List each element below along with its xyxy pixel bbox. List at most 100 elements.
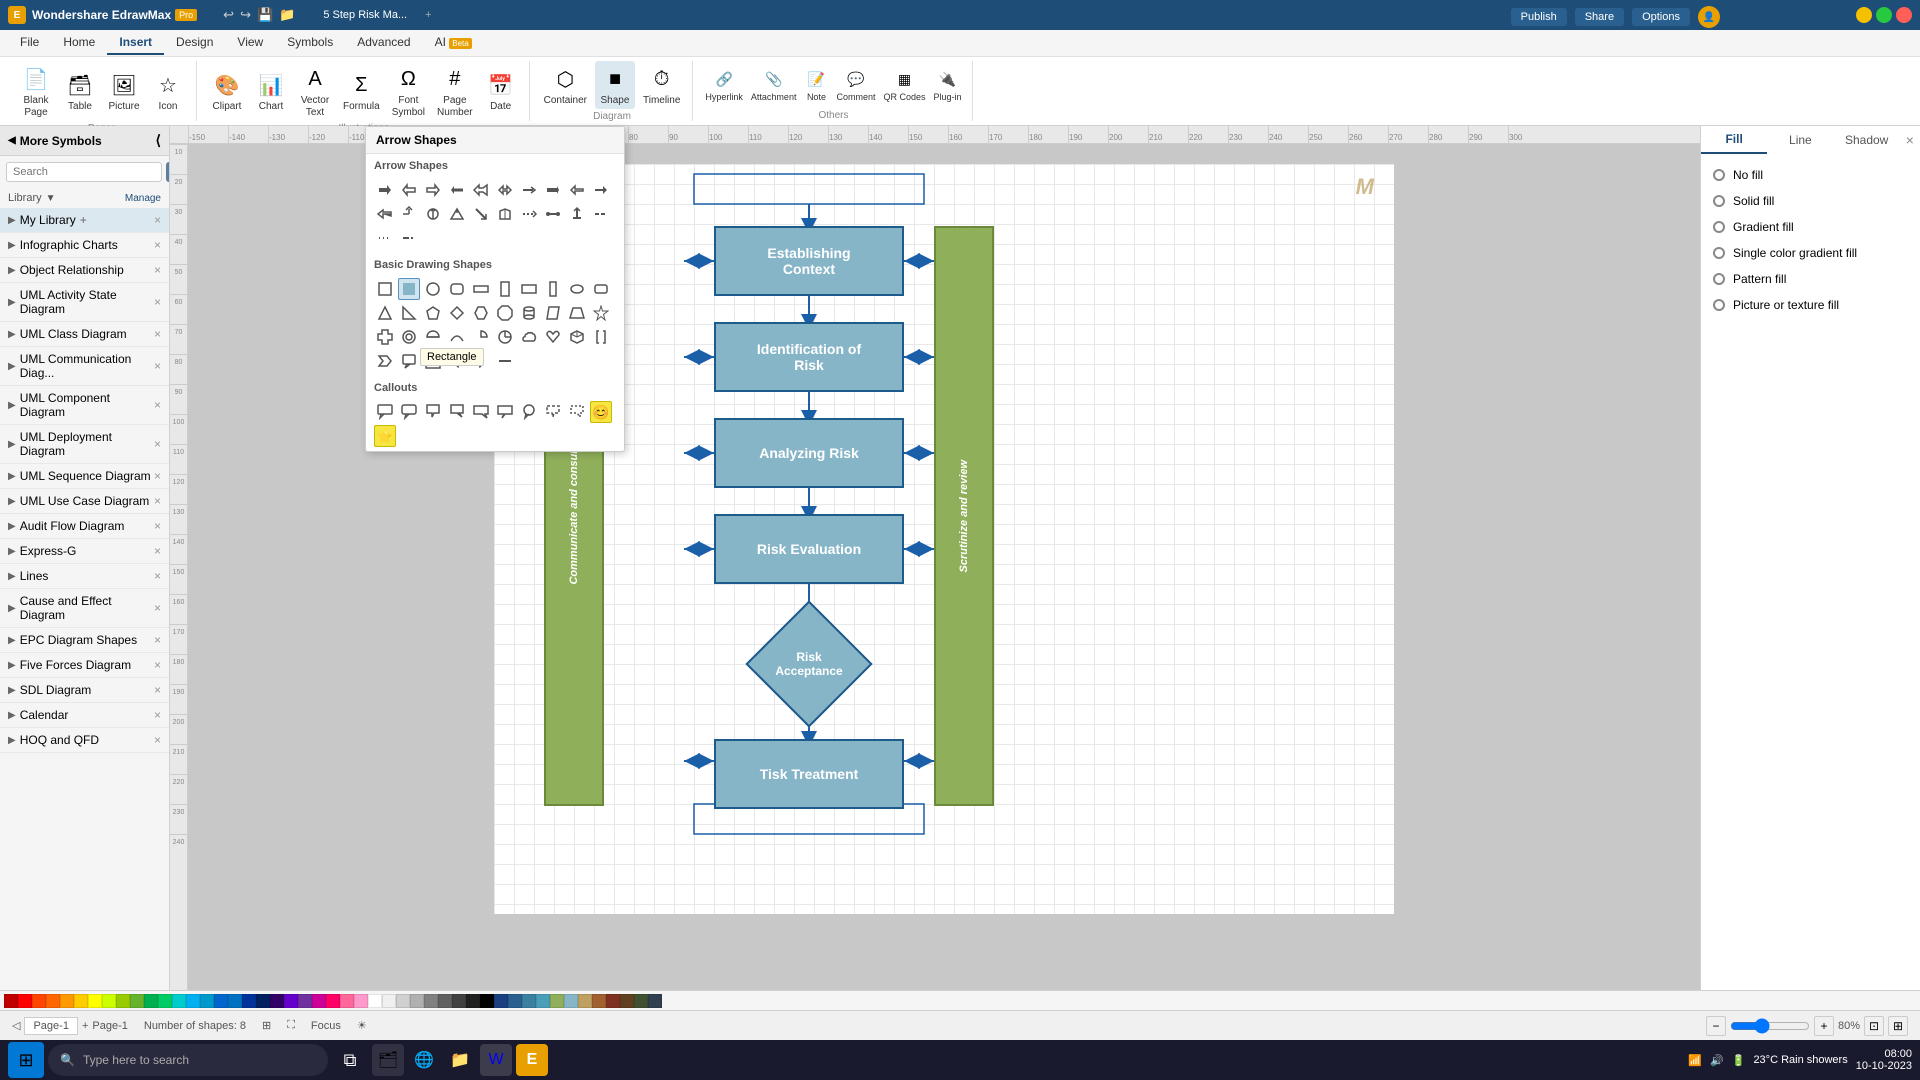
shape-button[interactable]: ■ Shape <box>595 61 635 109</box>
tab-home[interactable]: Home <box>51 31 107 55</box>
save-button[interactable]: 💾 <box>257 7 273 23</box>
color-swatch-dark-blue[interactable] <box>242 994 256 1008</box>
sidebar-item-object-relationship[interactable]: ▶ Object Relationship × <box>0 258 169 283</box>
start-button[interactable]: ⊞ <box>8 1042 44 1078</box>
uml-class-close-icon[interactable]: × <box>154 327 161 341</box>
taskbar-word[interactable]: W <box>480 1044 512 1076</box>
callout-9[interactable] <box>566 401 588 423</box>
clipart-button[interactable]: 🎨 Clipart <box>207 67 247 115</box>
shape-triangle[interactable] <box>374 302 396 324</box>
shape-hexagon[interactable] <box>470 302 492 324</box>
color-swatch-blue[interactable] <box>214 994 228 1008</box>
color-swatch-2[interactable] <box>508 994 522 1008</box>
manage-button[interactable]: Manage <box>125 193 161 204</box>
color-swatch-1[interactable] <box>494 994 508 1008</box>
analyzing-risk-box[interactable]: Analyzing Risk <box>714 418 904 488</box>
comment-button[interactable]: 💬 Comment <box>834 66 877 104</box>
color-swatch-10[interactable] <box>620 994 634 1008</box>
arrow-shape-17[interactable] <box>518 203 540 225</box>
font-symbol-button[interactable]: Ω FontSymbol <box>388 61 429 121</box>
shape-parallelogram[interactable] <box>542 302 564 324</box>
close-button[interactable] <box>1896 7 1912 23</box>
uml-seq-close-icon[interactable]: × <box>154 469 161 483</box>
fill-option-pattern[interactable]: Pattern fill <box>1701 266 1920 292</box>
color-swatch-off-white[interactable] <box>382 994 396 1008</box>
object-relationship-close-icon[interactable]: × <box>154 263 161 277</box>
share-button[interactable]: Share <box>1575 8 1624 26</box>
uml-depl-close-icon[interactable]: × <box>154 437 161 451</box>
arrow-shape-2[interactable] <box>398 179 420 201</box>
shape-chevron[interactable] <box>374 350 396 372</box>
shape-tall-rect2[interactable] <box>542 278 564 300</box>
uml-comm-close-icon[interactable]: × <box>154 359 161 373</box>
shape-oval[interactable] <box>566 278 588 300</box>
color-swatch-violet[interactable] <box>284 994 298 1008</box>
light-mode-icon[interactable]: ☀ <box>357 1019 367 1032</box>
shape-cube[interactable] <box>566 326 588 348</box>
fill-option-none[interactable]: No fill <box>1701 162 1920 188</box>
taskbar-edge[interactable]: 🌐 <box>408 1044 440 1076</box>
right-panel-close-button[interactable]: × <box>1900 126 1920 154</box>
zoom-in-button[interactable]: + <box>1814 1016 1834 1036</box>
five-forces-close-icon[interactable]: × <box>154 658 161 672</box>
shape-wedge[interactable] <box>470 326 492 348</box>
arrow-shape-8[interactable] <box>542 179 564 201</box>
color-swatch-lime[interactable] <box>116 994 130 1008</box>
arrow-shape-7[interactable] <box>518 179 540 201</box>
risk-acceptance-diamond[interactable] <box>745 600 872 727</box>
sidebar-item-uml-component[interactable]: ▶ UML Component Diagram × <box>0 386 169 425</box>
search-input[interactable] <box>6 162 162 182</box>
shape-pie[interactable] <box>494 326 516 348</box>
color-swatch-light-pink[interactable] <box>354 994 368 1008</box>
color-swatch-yellow-green[interactable] <box>102 994 116 1008</box>
plug-in-button[interactable]: 🔌 Plug-in <box>932 66 964 104</box>
establishing-context-box[interactable]: EstablishingContext <box>714 226 904 296</box>
formula-button[interactable]: Σ Formula <box>339 67 384 115</box>
color-swatch-4[interactable] <box>536 994 550 1008</box>
undo-button[interactable]: ↩ <box>223 7 234 23</box>
my-library-close-icon[interactable]: × <box>154 213 161 227</box>
shape-wide-rect[interactable] <box>470 278 492 300</box>
arrow-shape-18[interactable] <box>542 203 564 225</box>
tab-ai[interactable]: AI Beta <box>423 31 484 55</box>
arrow-shape-10[interactable] <box>590 179 612 201</box>
sidebar-item-audit-flow[interactable]: ▶ Audit Flow Diagram × <box>0 514 169 539</box>
sidebar-header[interactable]: ◀ More Symbols ⟨ <box>0 126 169 156</box>
arrow-shape-19[interactable] <box>566 203 588 225</box>
tab-line[interactable]: Line <box>1767 127 1833 153</box>
shape-round-rect[interactable] <box>446 278 468 300</box>
color-swatch-pink-red[interactable] <box>326 994 340 1008</box>
canvas[interactable]: Communicate and consult EstablishingCont… <box>494 164 1394 914</box>
color-swatch-6[interactable] <box>564 994 578 1008</box>
color-swatch-mint[interactable] <box>158 994 172 1008</box>
fullscreen-icon[interactable]: ⛶ <box>287 1019 295 1032</box>
color-swatch-near-black[interactable] <box>466 994 480 1008</box>
callout-2[interactable] <box>398 401 420 423</box>
risk-evaluation-box[interactable]: Risk Evaluation <box>714 514 904 584</box>
hyperlink-button[interactable]: 🔗 Hyperlink <box>703 66 745 104</box>
shape-heart[interactable] <box>542 326 564 348</box>
color-swatch-dark-green[interactable] <box>144 994 158 1008</box>
sidebar-item-uml-communication[interactable]: ▶ UML Communication Diag... × <box>0 347 169 386</box>
sidebar-item-infographic[interactable]: ▶ Infographic Charts × <box>0 233 169 258</box>
tab-fill[interactable]: Fill <box>1701 126 1767 154</box>
page-number-button[interactable]: # PageNumber <box>433 61 477 121</box>
table-button[interactable]: 🗃 Table <box>60 67 100 115</box>
chart-button[interactable]: 📊 Chart <box>251 67 291 115</box>
tab-view[interactable]: View <box>225 31 275 55</box>
options-button[interactable]: Options <box>1632 8 1690 26</box>
timeline-button[interactable]: ⏱ Timeline <box>639 61 684 109</box>
tisk-treatment-box[interactable]: Tisk Treatment <box>714 739 904 809</box>
arrow-shape-15[interactable] <box>470 203 492 225</box>
callout-1[interactable] <box>374 401 396 423</box>
tab-design[interactable]: Design <box>164 31 225 55</box>
sidebar-item-calendar[interactable]: ▶ Calendar × <box>0 703 169 728</box>
maximize-button[interactable] <box>1876 7 1892 23</box>
task-view-button[interactable]: ⧉ <box>332 1042 368 1078</box>
shape-arc[interactable] <box>446 326 468 348</box>
prev-page-icon[interactable]: ◁ <box>12 1019 20 1032</box>
callout-5[interactable] <box>470 401 492 423</box>
sidebar-item-my-library[interactable]: ▶ My Library + × <box>0 208 169 233</box>
sidebar-item-sdl[interactable]: ▶ SDL Diagram × <box>0 678 169 703</box>
sidebar-collapse-icon[interactable]: ⟨ <box>156 132 161 149</box>
